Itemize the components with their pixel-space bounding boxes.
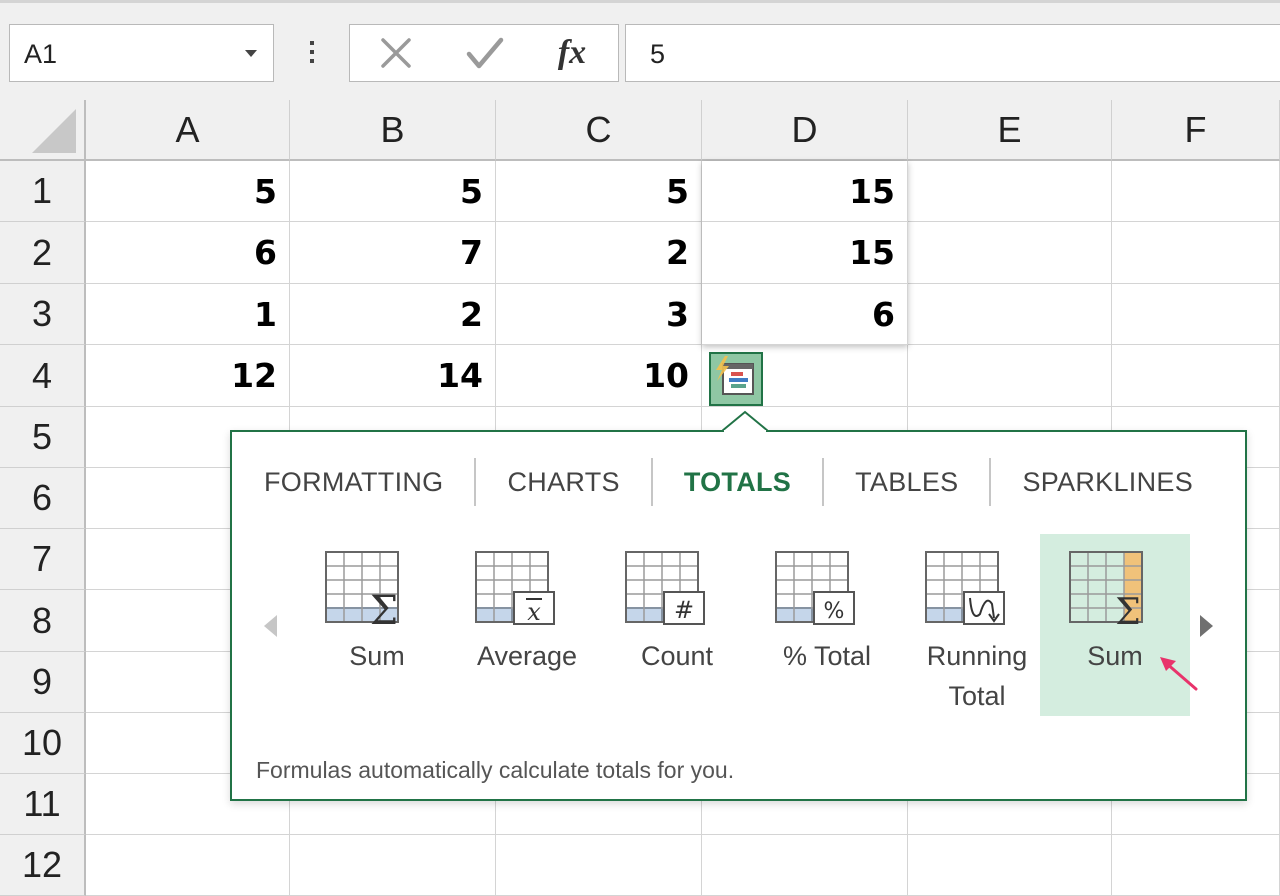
formula-input[interactable]: 5 (625, 24, 1280, 82)
tab-formatting[interactable]: FORMATTING (264, 467, 474, 498)
row-header-6[interactable]: 6 (0, 468, 86, 529)
cell-b1[interactable]: 5 (290, 161, 496, 222)
cell-d2[interactable]: 15 (702, 222, 908, 284)
formula-value: 5 (650, 39, 666, 69)
totals-option-percent-total[interactable]: % % Total (752, 534, 902, 716)
scroll-left-icon[interactable] (264, 615, 277, 637)
popup-pointer (722, 410, 768, 432)
svg-text:#: # (674, 596, 694, 624)
cell-c12[interactable] (496, 835, 702, 896)
cell-f4[interactable] (1112, 345, 1280, 407)
row-header-2[interactable]: 2 (0, 222, 86, 284)
column-header-b[interactable]: B (290, 100, 496, 161)
running-total-icon (925, 551, 1005, 625)
row-header-4[interactable]: 4 (0, 345, 86, 407)
quick-analysis-icon (716, 356, 754, 395)
cell-b12[interactable] (290, 835, 496, 896)
panel-description: Formulas automatically calculate totals … (256, 757, 735, 783)
formula-buttons: fx (349, 24, 619, 82)
name-box[interactable]: A1 (9, 24, 274, 82)
tab-tables[interactable]: TABLES (824, 467, 989, 498)
cell-c1[interactable]: 5 (496, 161, 702, 222)
cell-e12[interactable] (908, 835, 1112, 896)
enter-button[interactable] (455, 31, 515, 75)
column-header-f[interactable]: F (1112, 100, 1280, 161)
row-header-10[interactable]: 10 (0, 713, 86, 774)
totals-option-count[interactable]: # Count (602, 534, 752, 716)
totals-option-sum-row[interactable]: Σ Sum (302, 534, 452, 716)
totals-option-running-total[interactable]: Running Total (902, 534, 1052, 716)
sum-column-icon: Σ (1069, 551, 1143, 633)
svg-text:%: % (824, 599, 845, 624)
cell-a2[interactable]: 6 (86, 222, 290, 284)
svg-text:Σ: Σ (1115, 592, 1140, 633)
scroll-right-icon[interactable] (1200, 615, 1213, 637)
cell-a1[interactable]: 5 (86, 161, 290, 222)
svg-text:x: x (527, 598, 541, 626)
insert-function-button[interactable]: fx (542, 31, 602, 75)
column-header-e[interactable]: E (908, 100, 1112, 161)
average-icon: x (475, 551, 555, 626)
quick-analysis-panel: FORMATTING CHARTS TOTALS TABLES SPARKLIN… (230, 430, 1247, 801)
cell-b3[interactable]: 2 (290, 284, 496, 345)
svg-text:Σ: Σ (370, 588, 398, 634)
column-header-d[interactable]: D (702, 100, 908, 161)
cell-a12[interactable] (86, 835, 290, 896)
cell-c2[interactable]: 2 (496, 222, 702, 284)
cell-c4[interactable]: 10 (496, 345, 702, 407)
tab-totals[interactable]: TOTALS (653, 467, 822, 498)
totals-option-average[interactable]: x Average (452, 534, 602, 716)
cell-b2[interactable]: 7 (290, 222, 496, 284)
sum-row-icon: Σ (325, 551, 399, 634)
cell-d1[interactable]: 15 (702, 161, 908, 222)
row-header-7[interactable]: 7 (0, 529, 86, 590)
x-icon (381, 38, 411, 68)
row-header-12[interactable]: 12 (0, 835, 86, 896)
row-header-11[interactable]: 11 (0, 774, 86, 835)
count-icon: # (625, 551, 705, 625)
percent-total-icon: % (775, 551, 855, 625)
formula-bar-area: A1 fx 5 (0, 0, 1280, 100)
cell-f3[interactable] (1112, 284, 1280, 345)
cell-f1[interactable] (1112, 161, 1280, 222)
name-box-value: A1 (24, 39, 58, 69)
cell-e3[interactable] (908, 284, 1112, 345)
totals-option-label: % Total (782, 641, 872, 671)
totals-option-label: Average (476, 641, 578, 671)
select-all-icon (32, 109, 76, 153)
pointer-arrow-icon (1160, 657, 1198, 691)
cell-c3[interactable]: 3 (496, 284, 702, 345)
totals-option-label: Sum (349, 641, 405, 671)
more-options-icon[interactable] (308, 41, 316, 69)
column-header-a[interactable]: A (86, 100, 290, 161)
cell-e2[interactable] (908, 222, 1112, 284)
quick-analysis-tabs: FORMATTING CHARTS TOTALS TABLES SPARKLIN… (264, 458, 1224, 506)
row-header-3[interactable]: 3 (0, 284, 86, 345)
cell-a4[interactable]: 12 (86, 345, 290, 407)
cell-f2[interactable] (1112, 222, 1280, 284)
cell-b4[interactable]: 14 (290, 345, 496, 407)
function-icon: fx (557, 34, 587, 71)
row-header-9[interactable]: 9 (0, 652, 86, 713)
cell-d12[interactable] (702, 835, 908, 896)
tab-sparklines[interactable]: SPARKLINES (991, 467, 1224, 498)
check-icon (466, 37, 504, 69)
tab-charts[interactable]: CHARTS (476, 467, 650, 498)
cell-f12[interactable] (1112, 835, 1280, 896)
column-header-c[interactable]: C (496, 100, 702, 161)
cell-e4[interactable] (908, 345, 1112, 407)
totals-option-label: Count (640, 641, 714, 671)
select-all-button[interactable] (0, 100, 86, 161)
cell-e1[interactable] (908, 161, 1112, 222)
row-header-8[interactable]: 8 (0, 590, 86, 652)
row-header-1[interactable]: 1 (0, 161, 86, 222)
chevron-down-icon[interactable] (245, 50, 257, 57)
cancel-button[interactable] (366, 31, 426, 75)
row-header-5[interactable]: 5 (0, 407, 86, 468)
quick-analysis-button[interactable] (709, 352, 763, 406)
totals-option-label: Running Total (926, 641, 1028, 711)
cell-d3[interactable]: 6 (702, 284, 908, 345)
cell-a3[interactable]: 1 (86, 284, 290, 345)
